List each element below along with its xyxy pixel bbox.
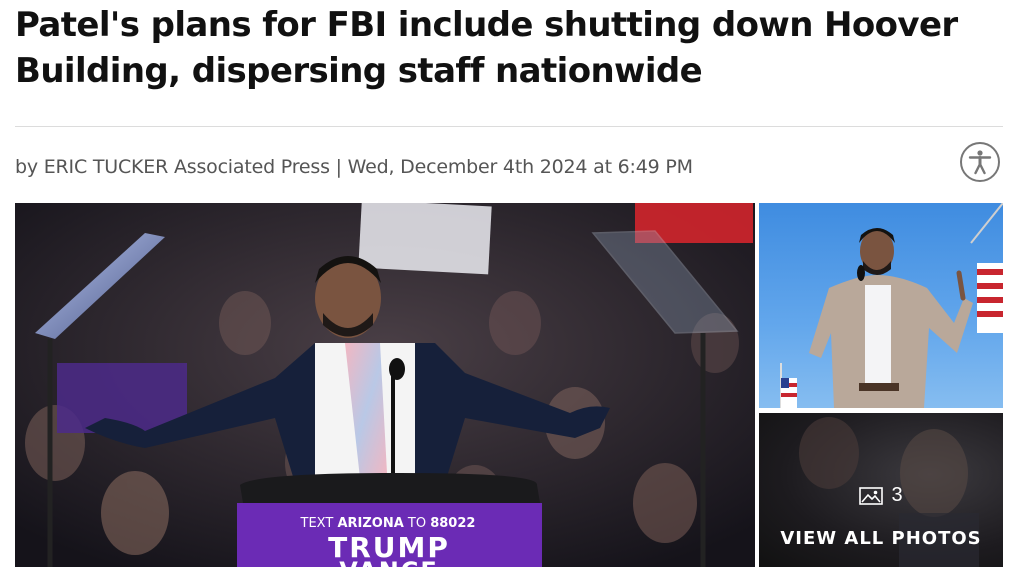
accessibility-icon	[968, 150, 992, 175]
photo-count-value: 3	[891, 484, 903, 506]
view-all-photos-label: VIEW ALL PHOTOS	[780, 528, 982, 549]
accessibility-button[interactable]	[960, 142, 1000, 182]
gallery-thumbnail-1[interactable]	[759, 203, 1003, 408]
main-photo[interactable]: TEXT ARIZONA TO 88022 TRUMP VANCE	[15, 203, 755, 567]
headline-divider	[15, 126, 1003, 127]
podium-sign-line1: TEXT ARIZONA TO 88022	[300, 516, 476, 531]
podium-sign-line3: VANCE	[339, 557, 439, 567]
article-headline: Patel's plans for FBI include shutting d…	[15, 5, 958, 91]
article-byline: by ERIC TUCKER Associated Press | Wed, D…	[15, 156, 693, 178]
photo-count: 3	[759, 484, 1003, 507]
image-icon	[859, 486, 884, 505]
main-photo-image: TEXT ARIZONA TO 88022 TRUMP VANCE	[15, 203, 755, 567]
gallery-thumbnail-1-image	[780, 203, 1003, 408]
